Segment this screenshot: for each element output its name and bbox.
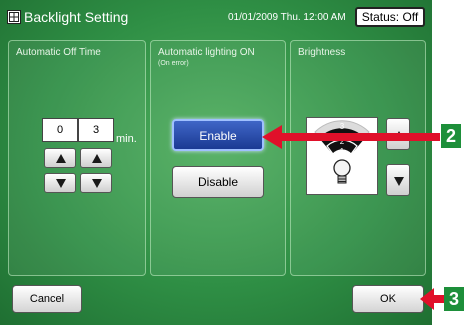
page-title: Backlight Setting	[24, 9, 129, 25]
enable-button[interactable]: Enable	[172, 119, 264, 151]
ones-up-button[interactable]	[80, 148, 112, 168]
auto-lighting-subtitle: (On error)	[158, 60, 189, 67]
up-arrow-icon	[56, 154, 66, 163]
up-arrow-icon	[92, 154, 102, 163]
ones-down-button[interactable]	[80, 173, 112, 193]
disable-button[interactable]: Disable	[172, 166, 264, 198]
down-arrow-icon	[92, 179, 102, 188]
backlight-setting-screen: Backlight Setting 01/01/2009 Thu. 12:00 …	[0, 0, 432, 325]
backlight-setting-icon	[7, 10, 21, 24]
callout-arrow-3	[420, 288, 444, 310]
cancel-button[interactable]: Cancel	[12, 285, 82, 313]
datetime-display: 01/01/2009 Thu. 12:00 AM	[228, 12, 346, 23]
auto-lighting-panel: Automatic lighting ON (On error)	[150, 40, 286, 276]
brightness-down-button[interactable]	[386, 164, 410, 196]
brightness-title: Brightness	[298, 47, 346, 58]
callout-badge-2: 2	[441, 124, 461, 148]
light-bulb-icon	[333, 159, 351, 184]
tens-up-button[interactable]	[44, 148, 76, 168]
down-arrow-icon	[56, 179, 66, 188]
callout-arrow-2	[262, 125, 440, 149]
down-arrow-icon	[394, 177, 404, 186]
auto-off-time-title: Automatic Off Time	[16, 47, 101, 58]
auto-lighting-title: Automatic lighting ON	[158, 47, 255, 58]
minutes-ones-digit[interactable]: 3	[78, 118, 114, 142]
minutes-unit-label: min.	[116, 133, 137, 145]
minutes-tens-digit[interactable]: 0	[42, 118, 78, 142]
callout-badge-3: 3	[444, 287, 464, 311]
title-bar: Backlight Setting 01/01/2009 Thu. 12:00 …	[0, 0, 432, 40]
auto-off-time-panel: Automatic Off Time	[8, 40, 146, 276]
ok-button[interactable]: OK	[352, 285, 424, 313]
tens-down-button[interactable]	[44, 173, 76, 193]
status-badge: Status: Off	[355, 7, 425, 27]
